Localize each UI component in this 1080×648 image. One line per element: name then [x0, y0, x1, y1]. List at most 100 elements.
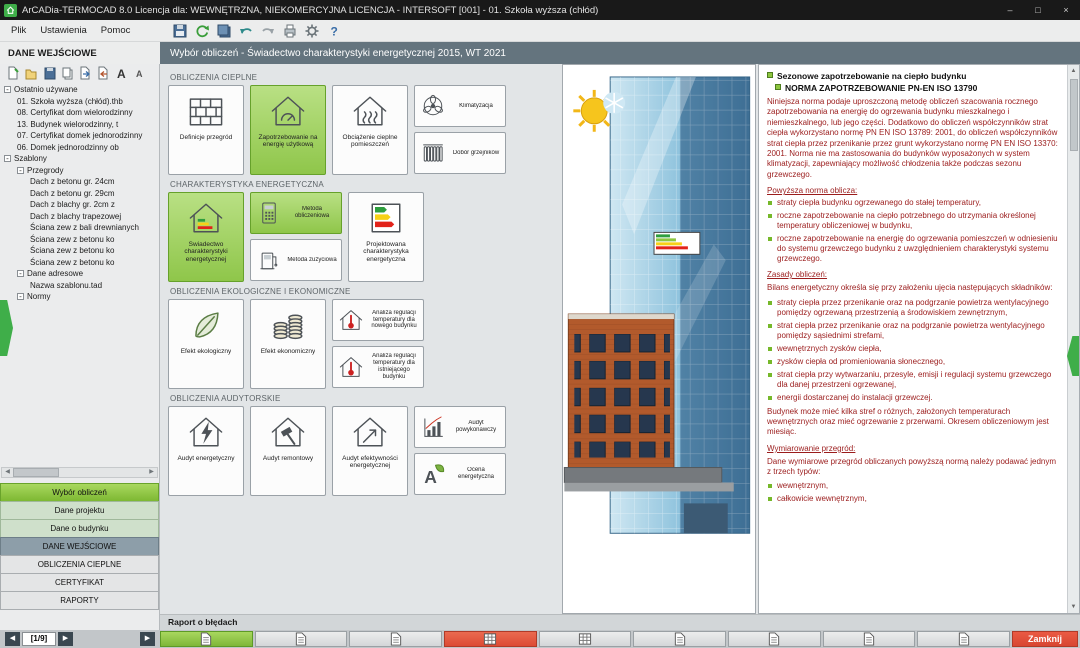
tree-item-01-szkola-wyzsza-chlod-thb[interactable]: 01. Szkoła wyższa (chłód).thb	[0, 96, 159, 108]
expander-icon[interactable]: -	[4, 155, 11, 162]
scroll-right-icon[interactable]: ▶	[146, 467, 157, 478]
sidebar-doc-new-button[interactable]	[6, 66, 21, 81]
tile-icon-wrap	[336, 305, 366, 335]
nav-certyfikat[interactable]: CERTYFIKAT	[0, 573, 159, 592]
tree-horizontal-scrollbar[interactable]: ◀ ▶	[1, 467, 158, 478]
tree-item-nazwa-szablonu-tad[interactable]: Nazwa szablonu.tad	[0, 280, 159, 292]
tree-item-06-domek-jednorodzinny-ob[interactable]: 06. Domek jednorodzinny ob	[0, 142, 159, 154]
tree-item-dach-z-blachy-gr-2cm-z[interactable]: Dach z blachy gr. 2cm z	[0, 199, 159, 211]
tile-audyt-powykonawczy[interactable]: Audyt powykonawczy	[414, 406, 506, 448]
menu-item-pomoc[interactable]: Pomoc	[94, 22, 138, 39]
sidebar-doc-copy-button[interactable]	[60, 66, 75, 81]
bottom-button-5[interactable]	[539, 631, 632, 647]
bottom-button-9[interactable]	[917, 631, 1010, 647]
toolbar-save-all-button[interactable]	[214, 22, 234, 40]
close-window-button[interactable]: ×	[1052, 0, 1080, 20]
sidebar-doc-export-button[interactable]	[78, 66, 93, 81]
tile-efekt-ekonomiczny[interactable]: Efekt ekonomiczny	[250, 299, 326, 389]
expander-icon[interactable]: -	[17, 270, 24, 277]
toolbar-save-button[interactable]	[170, 22, 190, 40]
nav-dane-projektu[interactable]: Dane projektu	[0, 501, 159, 520]
tree-item-07-certyfikat-domek-jednorodzinny[interactable]: 07. Certyfikat domek jednorodzinny	[0, 130, 159, 142]
tree-item-normy[interactable]: -Normy	[0, 291, 159, 303]
tile-analiza-regulacji-temperatury-dla-nowego-b[interactable]: Analiza regulacji temperatury dla nowego…	[332, 299, 424, 341]
sidebar-doc-save-button[interactable]	[42, 66, 57, 81]
sidebar-font-small-button[interactable]: A	[132, 66, 147, 81]
bottom-button-3[interactable]	[349, 631, 442, 647]
tile-obciazenie-cieplne-pomieszczen[interactable]: Obciążenie cieplne pomieszczeń	[332, 85, 408, 175]
tile-klimatyzacja[interactable]: Klimatyzacja	[414, 85, 506, 127]
tile-audyt-efektywnosci-energetycznej[interactable]: Audyt efektywności energetycznej	[332, 406, 408, 496]
nav-dane-o-budynku[interactable]: Dane o budynku	[0, 519, 159, 538]
bottom-button-8[interactable]	[823, 631, 916, 647]
pager-next-button[interactable]: ▶	[58, 632, 73, 646]
tree-item-sciana-zew-z-bali-drewnianych[interactable]: Ściana zew z bali drewnianych	[0, 222, 159, 234]
toolbar-help-button[interactable]: ?	[324, 22, 344, 40]
pager-prev-button[interactable]: ◀	[5, 632, 20, 646]
tile-audyt-energetyczny[interactable]: Audyt energetyczny	[168, 406, 244, 496]
tile-audyt-remontowy[interactable]: Audyt remontowy	[250, 406, 326, 496]
tree-item-ostatnio-uzywane[interactable]: -Ostatnio używane	[0, 84, 159, 96]
tile-icon-wrap	[347, 410, 393, 454]
scroll-track[interactable]	[13, 468, 146, 477]
tree-item-przegrody[interactable]: -Przegrody	[0, 165, 159, 177]
scroll-left-icon[interactable]: ◀	[2, 467, 13, 478]
tree-item-dane-adresowe[interactable]: -Dane adresowe	[0, 268, 159, 280]
nav-dane-wejsciowe[interactable]: DANE WEJŚCIOWE	[0, 537, 159, 556]
tile-definicje-przegrod[interactable]: Definicje przegród	[168, 85, 244, 175]
tile-label: Zapotrzebowanie na energię użytkową	[253, 134, 323, 149]
sidebar-doc-open-button[interactable]	[24, 66, 39, 81]
toolbar-settings-button[interactable]	[302, 22, 322, 40]
help-paragraph: Dane wymiarowe przegród obliczanych powy…	[767, 457, 1061, 478]
tree-item-sciana-zew-z-betonu-ko[interactable]: Ściana zew z betonu ko	[0, 234, 159, 246]
bottom-button-7[interactable]	[728, 631, 821, 647]
scroll-thumb[interactable]	[13, 468, 59, 477]
tile-zapotrzebowanie-na-energie-uzytkowa[interactable]: Zapotrzebowanie na energię użytkową	[250, 85, 326, 175]
tile-metoda-obliczeniowa[interactable]: Metoda obliczeniowa	[250, 192, 342, 234]
tile-metoda-zuzyciowa[interactable]: Metoda zużyciowa	[250, 239, 342, 281]
pager-last-button[interactable]: ▶	[140, 632, 155, 646]
tile-dobor-grzejnikow[interactable]: Dobór grzejników	[414, 132, 506, 174]
tree-item-sciana-zew-z-betonu-ko[interactable]: Ściana zew z betonu ko	[0, 245, 159, 257]
scroll-down-icon[interactable]: ▼	[1068, 601, 1080, 613]
tree-item-13-budynek-wielorodzinny-t[interactable]: 13. Budynek wielorodzinny, t	[0, 119, 159, 131]
error-report-bar[interactable]: Raport o błędach	[160, 614, 1080, 630]
bottom-button-4[interactable]	[444, 631, 537, 647]
tree-item-dach-z-blachy-trapezowej[interactable]: Dach z blachy trapezowej	[0, 211, 159, 223]
menu-item-plik[interactable]: Plik	[4, 22, 33, 39]
tile-efekt-ekologiczny[interactable]: Efekt ekologiczny	[168, 299, 244, 389]
toolbar-redo-button[interactable]	[258, 22, 278, 40]
sidebar-doc-import-button[interactable]	[96, 66, 111, 81]
expander-icon[interactable]: -	[4, 86, 11, 93]
tree-item-08-certyfikat-dom-wielorodzinny[interactable]: 08. Certyfikat dom wielorodzinny	[0, 107, 159, 119]
tile-ocena-energetyczna[interactable]: AOcena energetyczna	[414, 453, 506, 495]
nav-wybor-obliczen[interactable]: Wybór obliczeń	[0, 483, 159, 502]
expander-icon[interactable]: -	[17, 167, 24, 174]
bottom-button-6[interactable]	[633, 631, 726, 647]
scroll-up-icon[interactable]: ▲	[1068, 65, 1080, 77]
nav-raporty[interactable]: RAPORTY	[0, 591, 159, 610]
bottom-button-2[interactable]	[255, 631, 348, 647]
nav-obliczenia-cieplne[interactable]: OBLICZENIA CIEPLNE	[0, 555, 159, 574]
tile-swiadectwo-charakterystyki-energetycznej[interactable]: Świadectwo charakterystyki energetycznej	[168, 192, 244, 282]
maximize-button[interactable]: □	[1024, 0, 1052, 20]
toolbar-refresh-button[interactable]	[192, 22, 212, 40]
close-dialog-button[interactable]: Zamknij	[1012, 631, 1078, 647]
expander-icon[interactable]: -	[17, 293, 24, 300]
content-row: OBLICZENIA CIEPLNEDefinicje przegródZapo…	[160, 64, 1080, 614]
tile-analiza-regulacji-temperatury-dla-istnieja[interactable]: Analiza regulacji temperatury dla istnie…	[332, 346, 424, 388]
minimize-button[interactable]: –	[996, 0, 1024, 20]
toolbar-print-button[interactable]	[280, 22, 300, 40]
sidebar-font-large-button[interactable]: A	[114, 66, 129, 81]
tree-item-szablony[interactable]: -Szablony	[0, 153, 159, 165]
tree-item-dach-z-betonu-gr-29cm[interactable]: Dach z betonu gr. 29cm	[0, 188, 159, 200]
tree-item-label: Przegrody	[27, 166, 63, 175]
tree-item-sciana-zew-z-betonu-ko[interactable]: Ściana zew z betonu ko	[0, 257, 159, 269]
tile-projektowana-charakterystyka-energetyczna[interactable]: Projektowana charakterystyka energetyczn…	[348, 192, 424, 282]
tile-label: Analiza regulacji temperatury dla nowego…	[368, 310, 420, 331]
bottom-button-1[interactable]	[160, 631, 253, 647]
scroll-thumb[interactable]	[1070, 79, 1078, 151]
toolbar-undo-button[interactable]	[236, 22, 256, 40]
tree-item-dach-z-betonu-gr-24cm[interactable]: Dach z betonu gr. 24cm	[0, 176, 159, 188]
menu-item-ustawienia[interactable]: Ustawienia	[33, 22, 93, 39]
